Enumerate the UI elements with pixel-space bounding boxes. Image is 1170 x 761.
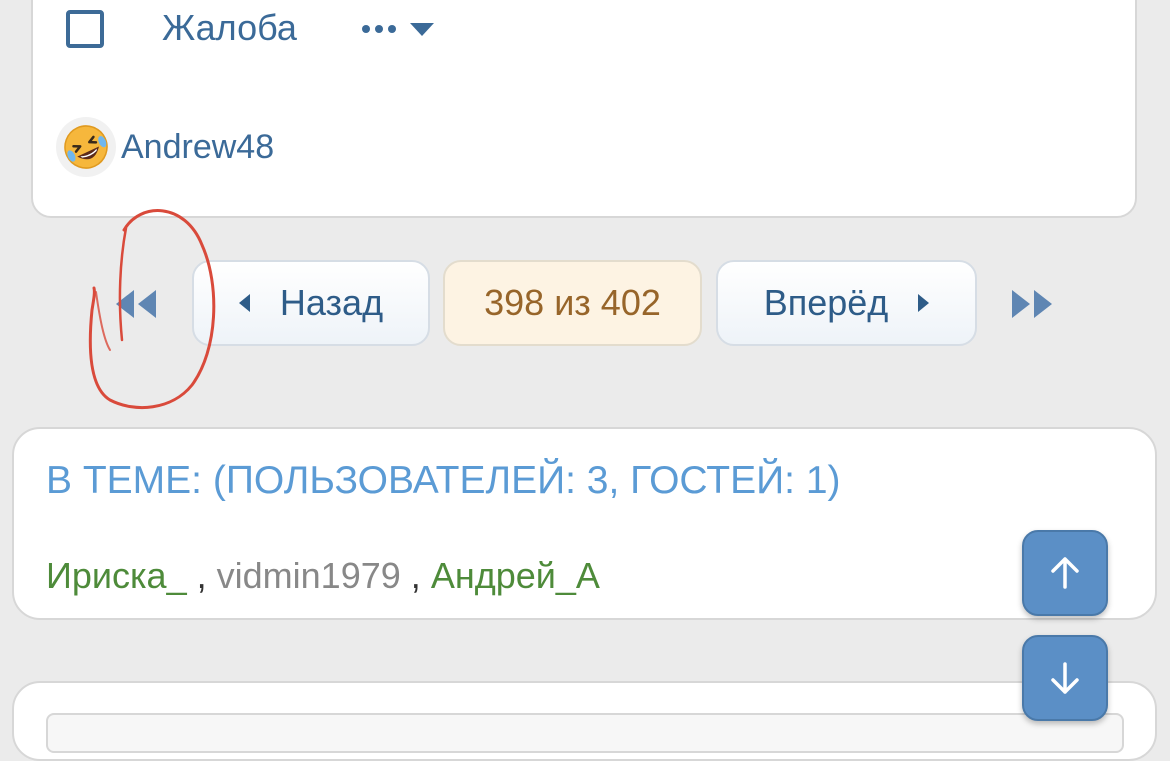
- next-page-button[interactable]: Вперёд: [716, 260, 977, 346]
- arrow-up-icon: [1051, 557, 1079, 589]
- viewer-link[interactable]: Ириска_: [46, 555, 187, 596]
- prev-page-button[interactable]: Назад: [192, 260, 430, 346]
- prev-page-label: Назад: [279, 282, 384, 323]
- page-counter-label: 398 из 402: [484, 282, 661, 323]
- first-page-icon[interactable]: [112, 288, 158, 320]
- viewer-link[interactable]: vidmin1979: [217, 555, 401, 596]
- topic-viewers-title: В ТЕМЕ: (ПОЛЬЗОВАТЕЛЕЙ: 3, ГОСТЕЙ: 1): [46, 459, 841, 502]
- scroll-up-button[interactable]: [1022, 530, 1108, 616]
- list-separator: ,: [196, 555, 207, 596]
- caret-left-icon: [238, 294, 250, 312]
- caret-down-icon: [410, 22, 434, 36]
- last-page-icon[interactable]: [1010, 288, 1056, 320]
- reaction-username-link[interactable]: Andrew48: [121, 126, 274, 168]
- viewer-link[interactable]: Андрей_А: [431, 555, 600, 596]
- list-separator: ,: [410, 555, 421, 596]
- scroll-down-button[interactable]: [1022, 635, 1108, 721]
- ellipsis-icon: [362, 25, 396, 33]
- post-select-checkbox[interactable]: [66, 10, 104, 48]
- topic-viewers-list: Ириска_ , vidmin1979 , Андрей_А: [46, 554, 600, 598]
- arrow-down-icon: [1051, 662, 1079, 694]
- report-link[interactable]: Жалоба: [162, 6, 297, 50]
- reaction-emoji-icon: [56, 117, 116, 177]
- more-actions-menu[interactable]: [362, 14, 434, 44]
- bottom-input-field[interactable]: [46, 713, 1124, 753]
- page-counter-button[interactable]: 398 из 402: [443, 260, 702, 346]
- caret-right-icon: [918, 294, 930, 312]
- next-page-label: Вперёд: [763, 282, 889, 323]
